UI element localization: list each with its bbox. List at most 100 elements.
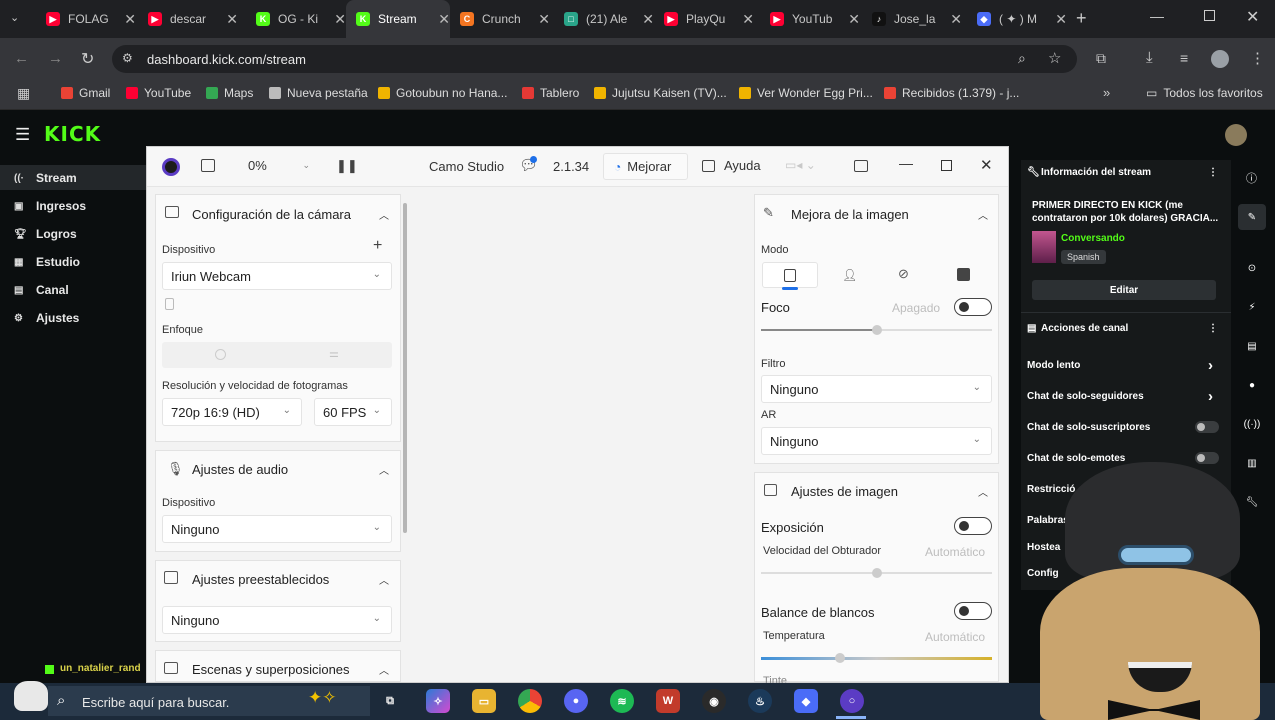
mode-portrait-button[interactable] xyxy=(762,262,818,288)
channel-action-label[interactable]: Hostea xyxy=(1027,542,1060,553)
bookmark-item[interactable]: Tablero xyxy=(522,86,579,100)
app-icon[interactable]: ◆ xyxy=(794,689,818,713)
channel-action-label[interactable]: Modo lento xyxy=(1027,360,1080,371)
close-tab-icon[interactable]: ✕ xyxy=(642,11,654,28)
copilot-icon[interactable]: ✧ xyxy=(426,689,450,713)
bookmark-item[interactable]: Maps xyxy=(206,86,253,100)
kick-logo[interactable]: KICK xyxy=(44,122,101,146)
forward-icon[interactable]: → xyxy=(48,50,63,67)
pause-icon[interactable]: ❚❚ xyxy=(336,158,358,174)
profile-avatar[interactable] xyxy=(1211,50,1229,68)
mode-background-icon[interactable] xyxy=(957,268,970,281)
browser-tab[interactable]: ♪ Jose_la ✕ xyxy=(862,0,962,38)
collapse-presets-icon[interactable]: ︿ xyxy=(379,572,389,587)
media-icon[interactable]: ≡ xyxy=(1180,50,1188,66)
browser-tab[interactable]: ▶ YouTub ✕ xyxy=(760,0,860,38)
edit-stream-button[interactable]: Editar xyxy=(1032,280,1216,300)
close-tab-icon[interactable]: ✕ xyxy=(226,11,238,28)
nav-item-ajustes[interactable]: ⚙ Ajustes xyxy=(14,311,79,325)
split-view-icon[interactable] xyxy=(854,160,868,172)
collapse-audio-icon[interactable]: ︿ xyxy=(379,462,389,477)
audio-device-select[interactable]: Ninguno ⌄ xyxy=(162,515,392,543)
obs-icon[interactable]: ◉ xyxy=(702,689,726,713)
bolt-icon[interactable]: ⚡︎ xyxy=(1238,294,1266,320)
chevron-right-icon[interactable]: › xyxy=(1208,357,1213,374)
steam-icon[interactable]: ♨ xyxy=(748,689,772,713)
spotify-icon[interactable]: ≋ xyxy=(610,689,634,713)
close-window-icon[interactable]: ✕ xyxy=(1246,7,1259,27)
resolution-select[interactable]: 720p 16:9 (HD) ⌄ xyxy=(162,398,302,426)
channel-action-label[interactable]: Chat de solo-emotes xyxy=(1027,453,1125,464)
white-balance-toggle[interactable] xyxy=(954,602,992,620)
restore-window-icon[interactable] xyxy=(1204,10,1215,21)
browser-menu-icon[interactable]: ⋮ xyxy=(1250,49,1265,67)
exposure-toggle[interactable] xyxy=(954,517,992,535)
bookmark-star-icon[interactable]: ☆ xyxy=(1048,49,1061,67)
bookmark-item[interactable]: Nueva pestaña xyxy=(269,86,368,100)
browser-tab[interactable]: ◆ ( ✦ ) M ✕ xyxy=(967,0,1067,38)
tools-icon[interactable]: 🔧︎ xyxy=(1238,489,1266,515)
edit-pencil-icon[interactable]: ✎ xyxy=(1238,204,1266,230)
bookmark-item[interactable]: Jujutsu Kaisen (TV)... xyxy=(594,86,727,100)
chevron-right-icon[interactable]: › xyxy=(1208,388,1213,405)
browser-tab[interactable]: □ (21) Ale ✕ xyxy=(554,0,654,38)
nav-item-stream[interactable]: ((· Stream xyxy=(14,171,77,185)
bookmark-item[interactable]: Gotoubun no Hana... xyxy=(378,86,507,100)
site-info-icon[interactable]: ⚙ xyxy=(122,51,133,65)
chrome-icon[interactable] xyxy=(518,689,542,713)
tab-search-icon[interactable]: ⌄ xyxy=(10,11,19,24)
bookmark-item[interactable]: Gmail xyxy=(61,86,110,100)
nav-item-logros[interactable]: 🏆︎ Logros xyxy=(14,227,77,241)
collapse-image-icon[interactable]: ︿ xyxy=(978,484,988,499)
bookmark-item[interactable]: Recibidos (1.379) - j... xyxy=(884,86,1019,100)
camo-close-icon[interactable]: ✕ xyxy=(980,156,993,174)
broadcast-signal-icon[interactable]: ((·)) xyxy=(1238,411,1266,437)
url-text[interactable]: dashboard.kick.com/stream xyxy=(147,52,306,67)
layout-icon[interactable]: ▥ xyxy=(1238,450,1266,476)
minimize-window-icon[interactable]: — xyxy=(1150,8,1164,24)
info-icon[interactable]: ⓘ xyxy=(1246,170,1257,186)
browser-tab[interactable]: ▶ PlayQu ✕ xyxy=(654,0,754,38)
temperature-slider-track[interactable] xyxy=(761,657,992,660)
video-record-icon[interactable]: ▭◂ ⌄ xyxy=(785,158,816,172)
shutter-slider-thumb[interactable] xyxy=(872,568,882,578)
category-label[interactable]: Conversando xyxy=(1061,233,1125,244)
browser-tab[interactable]: ▶ descar ✕ xyxy=(138,0,238,38)
browser-tab[interactable]: K Stream ✕ xyxy=(346,0,450,38)
zoom-icon[interactable]: ⌕ xyxy=(1018,50,1026,67)
nav-item-canal[interactable]: ▤ Canal xyxy=(14,283,69,297)
left-scrollbar[interactable] xyxy=(403,203,407,533)
ar-select[interactable]: Ninguno ⌄ xyxy=(761,427,992,455)
focus-control[interactable] xyxy=(162,342,392,368)
close-tab-icon[interactable]: ✕ xyxy=(1055,11,1067,28)
camera-device-select[interactable]: Iriun Webcam ⌄ xyxy=(162,262,392,290)
more-bookmarks-icon[interactable]: » xyxy=(1103,85,1110,100)
chat-bubble-icon[interactable]: ● xyxy=(1238,372,1266,398)
bookmark-item[interactable]: Ver Wonder Egg Pri... xyxy=(739,86,873,100)
stream-info-menu-icon[interactable]: ⋮ xyxy=(1208,167,1218,178)
collapse-scenes-icon[interactable]: ︿ xyxy=(379,662,389,677)
close-tab-icon[interactable]: ✕ xyxy=(538,11,550,28)
channel-action-label[interactable]: Chat de solo-seguidores xyxy=(1027,391,1144,402)
new-tab-icon[interactable]: + xyxy=(1076,8,1087,29)
apps-grid-icon[interactable]: ▦ xyxy=(17,85,30,102)
mode-person-icon[interactable]: 👤︎ xyxy=(842,268,857,282)
focus-toggle[interactable] xyxy=(954,298,992,316)
help-button[interactable]: Ayuda xyxy=(702,158,761,173)
close-tab-icon[interactable]: ✕ xyxy=(438,11,450,28)
presets-select[interactable]: Ninguno ⌄ xyxy=(162,606,392,634)
all-bookmarks-folder[interactable]: ▭ Todos los favoritos xyxy=(1146,86,1263,100)
game-launcher-icon[interactable]: W xyxy=(656,689,680,713)
file-explorer-icon[interactable]: ▭ xyxy=(472,689,496,713)
browser-tab[interactable]: K OG - Ki ✕ xyxy=(246,0,346,38)
channel-action-toggle[interactable] xyxy=(1195,421,1219,433)
channel-action-label[interactable]: Restricció xyxy=(1027,484,1075,495)
close-tab-icon[interactable]: ✕ xyxy=(334,11,346,28)
camo-maximize-icon[interactable] xyxy=(941,160,952,171)
taskbar-search-text[interactable]: Escribe aquí para buscar. xyxy=(82,695,229,710)
zoom-select[interactable]: 0% ⌄ xyxy=(240,155,318,179)
channel-action-label[interactable]: Palabras xyxy=(1027,515,1069,526)
collapse-enhance-icon[interactable]: ︿ xyxy=(978,207,988,222)
extensions-icon[interactable]: ⧉ xyxy=(1096,50,1106,67)
camo-minimize-icon[interactable]: — xyxy=(899,155,913,171)
